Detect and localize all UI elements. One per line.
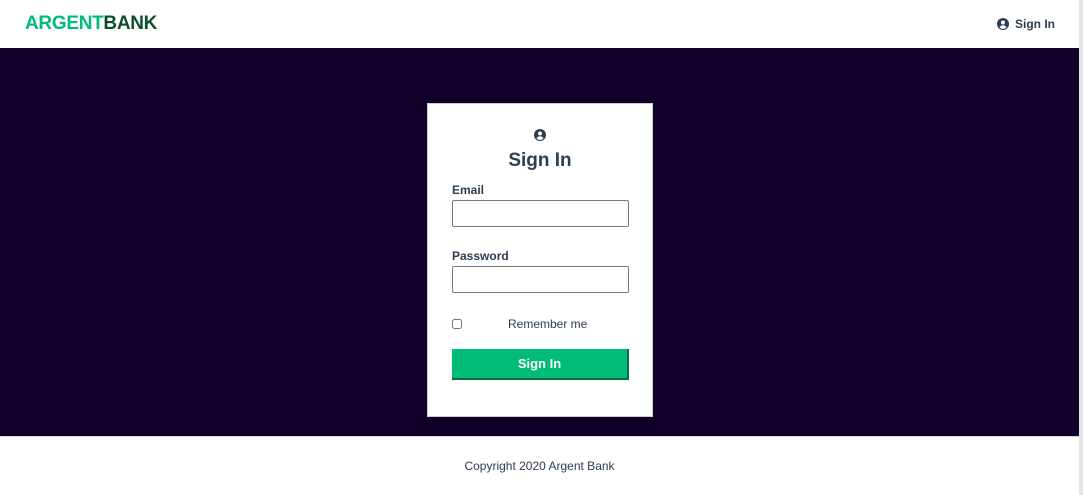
footer: Copyright 2020 Argent Bank [0,436,1079,495]
remember-me-row: Remember me [452,317,628,331]
remember-me-checkbox[interactable] [452,319,462,329]
footer-copyright: Copyright 2020 Argent Bank [464,459,615,473]
user-circle-icon [997,18,1009,30]
email-input[interactable] [452,200,629,227]
password-input[interactable] [452,266,629,293]
logo-link[interactable]: ARGENTBANK [25,13,157,35]
user-circle-icon [534,128,546,141]
logo-text-argent: ARGENT [25,13,104,34]
navbar: ARGENTBANK Sign In [0,0,1079,48]
signin-submit-button[interactable]: Sign In [452,349,629,380]
page-scrollbar[interactable] [1079,0,1083,495]
nav-signin-label: Sign In [1015,17,1055,31]
password-label: Password [452,249,509,263]
logo-text-bank: BANK [103,13,158,34]
signin-card: Sign In Email Password Remember me Sign … [427,103,653,417]
email-label: Email [452,183,485,197]
remember-me-label: Remember me [508,317,588,331]
main-hero: Sign In Email Password Remember me Sign … [0,48,1079,436]
nav-signin-link[interactable]: Sign In [997,17,1055,31]
signin-title: Sign In [508,150,572,171]
page: ARGENTBANK Sign In Sign In Email Passwor… [0,0,1083,495]
